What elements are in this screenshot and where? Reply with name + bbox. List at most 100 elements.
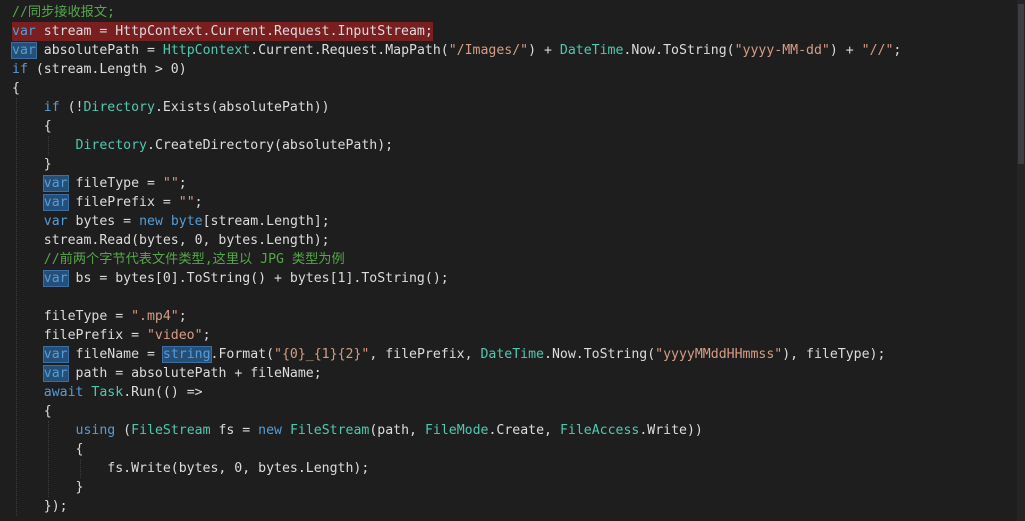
code-token: stream.Read(bytes, 0, bytes.Length); xyxy=(12,233,330,248)
code-line[interactable]: var fileType = ""; xyxy=(12,174,187,193)
code-token: "//" xyxy=(861,43,894,58)
code-line[interactable]: filePrefix = "video"; xyxy=(12,326,211,345)
code-line[interactable]: { xyxy=(12,79,20,98)
code-token: using xyxy=(75,423,116,438)
code-token: var xyxy=(42,346,69,363)
code-token: //同步接收报文; xyxy=(12,5,115,20)
code-line[interactable]: //前两个字节代表文件类型,这里以 JPG 类型为例 xyxy=(12,250,345,269)
code-line[interactable]: await Task.Run(() => xyxy=(12,383,203,402)
code-token: , filePrefix, xyxy=(369,347,481,362)
code-line[interactable]: { xyxy=(12,117,52,136)
code-token: var xyxy=(42,175,69,192)
code-token: ) + xyxy=(829,43,862,58)
code-token: Directory xyxy=(83,100,155,115)
code-token: .Write)) xyxy=(639,423,703,438)
code-token: [stream.Length]; xyxy=(202,214,330,229)
code-token: { xyxy=(12,81,20,96)
code-token: .Current.Request.MapPath( xyxy=(250,43,449,58)
code-token: await xyxy=(43,385,84,400)
code-token: var xyxy=(11,42,37,59)
indent-guide xyxy=(16,98,17,516)
code-line[interactable]: var path = absolutePath + fileName; xyxy=(12,364,322,383)
code-token: FileStream xyxy=(131,423,211,438)
code-token: FileMode xyxy=(424,423,489,438)
code-token: .Now.ToString( xyxy=(623,43,735,58)
code-line[interactable]: Directory.CreateDirectory(absolutePath); xyxy=(12,136,394,155)
code-token: byte xyxy=(170,214,203,229)
code-line[interactable]: { xyxy=(12,402,52,421)
code-token: "yyyy-MM-dd" xyxy=(734,43,830,58)
code-token: ( xyxy=(115,423,132,438)
code-line[interactable]: var bytes = new byte[stream.Length]; xyxy=(12,212,330,231)
code-token: (! xyxy=(59,100,84,115)
code-token: HttpContext xyxy=(162,43,251,58)
code-line[interactable]: //同步接收报文; xyxy=(12,3,115,22)
code-token: fs = xyxy=(210,423,259,438)
code-token: .CreateDirectory(absolutePath); xyxy=(147,138,394,153)
code-token: if xyxy=(43,100,60,115)
scrollbar-thumb[interactable] xyxy=(1018,4,1024,164)
code-line[interactable]: fileType = ".mp4"; xyxy=(12,307,187,326)
code-token: FileStream xyxy=(289,423,370,438)
code-token: .Format( xyxy=(210,347,275,362)
code-token: "/Images/" xyxy=(448,43,529,58)
code-token: string xyxy=(161,346,212,363)
code-token: filePrefix = xyxy=(67,195,179,210)
code-token: DateTime xyxy=(559,43,624,58)
code-token: //前两个字节代表文件类型,这里以 JPG 类型为例 xyxy=(43,252,345,267)
code-line[interactable]: using (FileStream fs = new FileStream(pa… xyxy=(12,421,703,440)
code-line[interactable]: stream.Read(bytes, 0, bytes.Length); xyxy=(12,231,330,250)
code-token: fileType = xyxy=(67,176,163,191)
code-token: if xyxy=(12,62,28,77)
code-token: stream = HttpContext.Current.Request.Inp… xyxy=(35,24,433,39)
code-token: (stream.Length > 0) xyxy=(27,62,187,77)
code-line[interactable]: var fileName = string.Format("{0}_{1}{2}… xyxy=(12,345,885,364)
code-token: ; xyxy=(194,195,203,210)
code-token: ; xyxy=(893,43,902,58)
code-token: var xyxy=(43,214,68,229)
code-line[interactable]: if (stream.Length > 0) xyxy=(12,60,187,79)
code-token: Task xyxy=(91,385,124,400)
code-line[interactable]: var filePrefix = ""; xyxy=(12,193,203,212)
code-token: .Create, xyxy=(488,423,560,438)
code-region[interactable]: //同步接收报文; var stream = HttpContext.Curren… xyxy=(0,0,1025,521)
code-token: bs = bytes[0].ToString() + bytes[1].ToSt… xyxy=(67,271,449,286)
code-line[interactable]: }); xyxy=(12,497,68,516)
code-token: }); xyxy=(12,499,68,514)
code-token: .Run(() => xyxy=(123,385,203,400)
code-line[interactable]: var stream = HttpContext.Current.Request… xyxy=(12,22,433,41)
code-token: var xyxy=(42,365,69,382)
code-token: DateTime xyxy=(480,347,545,362)
code-token: "video" xyxy=(146,328,203,343)
code-token: FileAccess xyxy=(559,423,640,438)
code-token: fileType = xyxy=(12,309,132,324)
code-token: } xyxy=(12,157,52,172)
code-editor[interactable]: //同步接收报文; var stream = HttpContext.Curren… xyxy=(0,0,1025,521)
code-token: .Now.ToString( xyxy=(544,347,656,362)
code-token: path = absolutePath + fileName; xyxy=(67,366,322,381)
code-token: { xyxy=(12,404,52,419)
code-token: bytes = xyxy=(67,214,140,229)
code-line[interactable]: var bs = bytes[0].ToString() + bytes[1].… xyxy=(12,269,449,288)
code-token: fs.Write(bytes, 0, bytes.Length); xyxy=(12,461,370,476)
code-token: ".mp4" xyxy=(131,309,179,324)
indent-guide xyxy=(48,136,49,155)
code-line[interactable]: fs.Write(bytes, 0, bytes.Length); xyxy=(12,459,369,478)
code-token: Directory xyxy=(75,138,147,153)
code-token: new xyxy=(258,423,282,438)
code-token: new xyxy=(139,214,163,229)
code-token: (path, xyxy=(369,423,425,438)
code-line[interactable]: } xyxy=(12,155,52,174)
code-line[interactable]: var absolutePath = HttpContext.Current.R… xyxy=(11,41,902,60)
code-token: ; xyxy=(178,309,187,324)
code-token: var xyxy=(42,194,69,211)
code-line[interactable]: if (!Directory.Exists(absolutePath)) xyxy=(12,98,330,117)
indent-guide xyxy=(48,421,49,497)
code-token: { xyxy=(12,119,52,134)
code-token: ; xyxy=(178,176,187,191)
vertical-scrollbar[interactable] xyxy=(1017,0,1025,521)
